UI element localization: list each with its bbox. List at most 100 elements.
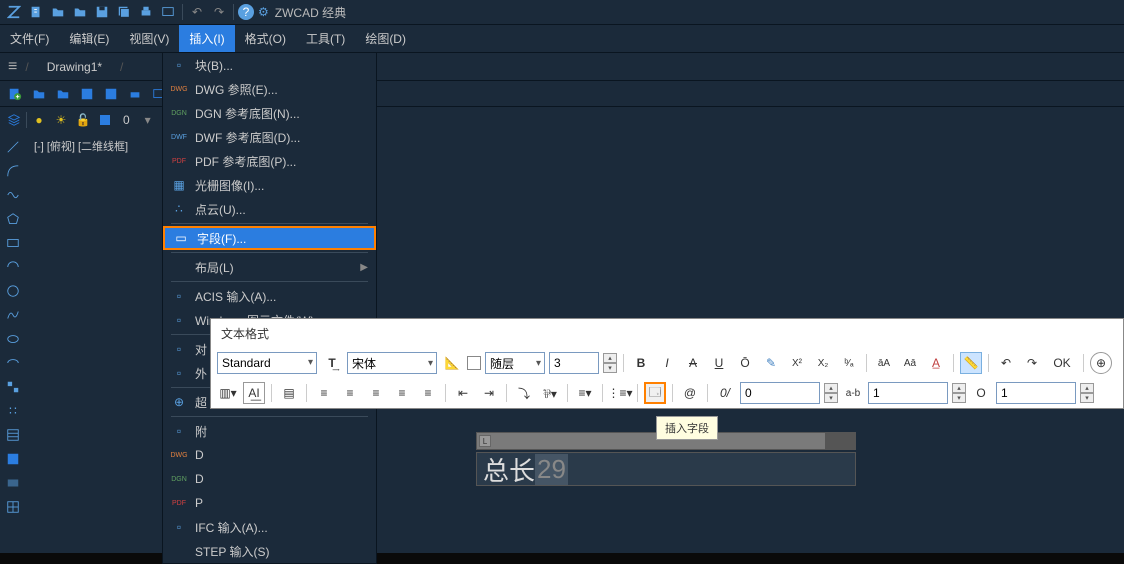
ellipse-icon[interactable] (2, 328, 24, 350)
circle-icon[interactable] (2, 280, 24, 302)
bulb-icon[interactable]: ● (29, 110, 49, 130)
print-icon[interactable] (136, 2, 156, 22)
dd-step[interactable]: STEP 输入(S) (163, 539, 376, 563)
italic-button[interactable]: I (656, 352, 678, 374)
polygon-icon[interactable] (2, 208, 24, 230)
menu-file[interactable]: 文件(F) (0, 25, 59, 52)
color-icon[interactable] (95, 110, 115, 130)
mtext-button[interactable]: A͟I (243, 382, 265, 404)
columns-button[interactable]: ▥▾ (217, 382, 239, 404)
strike-button[interactable]: A (682, 352, 704, 374)
dd-pdf2[interactable]: PDFP (163, 491, 376, 515)
dd-pdf[interactable]: PDFPDF 参考底图(P)... (163, 149, 376, 173)
dd-att[interactable]: ▫附 (163, 419, 376, 443)
indent-left-button[interactable]: ⇤ (452, 382, 474, 404)
saveall-icon[interactable] (114, 2, 134, 22)
save2-icon[interactable] (76, 83, 98, 105)
indent-right-button[interactable]: ⇥ (478, 382, 500, 404)
color-swatch[interactable] (467, 356, 481, 370)
align-center-button[interactable]: ≡ (339, 382, 361, 404)
undo-icon[interactable]: ↶ (187, 2, 207, 22)
preview-icon[interactable] (158, 2, 178, 22)
width-input[interactable]: 1 (996, 382, 1076, 404)
layer-name[interactable]: 0 (117, 113, 136, 127)
open-icon[interactable] (48, 2, 68, 22)
dd-dgn2[interactable]: DGND (163, 467, 376, 491)
layer-manager-icon[interactable] (4, 110, 24, 130)
align-dist-button[interactable]: ≡ (417, 382, 439, 404)
gear-icon[interactable]: ⚙ (258, 5, 269, 19)
bullets-button[interactable]: ⋮≡▾ (609, 382, 631, 404)
region-icon[interactable] (2, 472, 24, 494)
rect-icon[interactable] (2, 232, 24, 254)
ruler-button[interactable]: 📏 (960, 352, 982, 374)
block-icon[interactable] (2, 376, 24, 398)
polyline-icon[interactable] (2, 184, 24, 206)
folder2-icon[interactable] (28, 83, 50, 105)
font-select[interactable]: 宋体 (347, 352, 437, 374)
spline-icon[interactable] (2, 304, 24, 326)
size-spinner[interactable]: ▴▾ (603, 353, 617, 373)
table-icon[interactable] (2, 496, 24, 518)
menu-view[interactable]: 视图(V) (119, 25, 179, 52)
layer-select[interactable]: 随层 (485, 352, 545, 374)
layer-dropdown-icon[interactable]: ▾ (138, 110, 158, 130)
color-button[interactable]: ✎ (760, 352, 782, 374)
size-input[interactable]: 3 (549, 352, 599, 374)
justify-tl-button[interactable]: ▤ (278, 382, 300, 404)
dd-acis[interactable]: ▫ACIS 输入(A)... (163, 284, 376, 308)
ok-button[interactable]: OK (1047, 352, 1077, 374)
sun-icon[interactable]: ☀ (51, 110, 71, 130)
dd-dwg[interactable]: DWGDWG 参照(E)... (163, 77, 376, 101)
dd-ifc[interactable]: ▫IFC 输入(A)... (163, 515, 376, 539)
hatch-icon[interactable] (2, 424, 24, 446)
ruler-tab-icon[interactable]: L (479, 435, 491, 447)
new2-icon[interactable] (4, 83, 26, 105)
numbering-button[interactable]: ⅌▾ (539, 382, 561, 404)
lowercase-button[interactable]: Aā (899, 352, 921, 374)
align-justify-button[interactable]: ≡ (391, 382, 413, 404)
gradient-icon[interactable] (2, 448, 24, 470)
dd-dwf[interactable]: DWFDWF 参考底图(D)... (163, 125, 376, 149)
drawing-tab[interactable]: Drawing1* (37, 56, 112, 78)
options-button[interactable]: ⊕ (1090, 352, 1112, 374)
dd-layout[interactable]: 布局(L)▶ (163, 255, 376, 279)
tracking-spinner[interactable]: ▴▾ (952, 383, 966, 403)
ruler-end[interactable] (825, 433, 855, 449)
help-icon[interactable]: ? (238, 4, 254, 20)
print2-icon[interactable] (124, 83, 146, 105)
insert-field-button[interactable]: 🗔 (644, 382, 666, 404)
open2-icon[interactable] (70, 2, 90, 22)
uppercase-button[interactable]: āA (873, 352, 895, 374)
redo-te-button[interactable]: ↷ (1021, 352, 1043, 374)
bold-button[interactable]: B (630, 352, 652, 374)
combine-button[interactable]: ⤵ (513, 382, 535, 404)
underline-button[interactable]: U (708, 352, 730, 374)
save3-icon[interactable] (100, 83, 122, 105)
ellipse-arc-icon[interactable] (2, 352, 24, 374)
menu-draw[interactable]: 绘图(D) (355, 25, 416, 52)
dd-raster[interactable]: ▦光栅图像(I)... (163, 173, 376, 197)
align-right-button[interactable]: ≡ (365, 382, 387, 404)
style-select[interactable]: Standard (217, 352, 317, 374)
dd-dwg2[interactable]: DWGD (163, 443, 376, 467)
viewport-label[interactable]: [-] [俯视] [二维线框] (34, 138, 128, 154)
menu-tools[interactable]: 工具(T) (296, 25, 355, 52)
stack-button[interactable]: ᵇ⁄ₐ (838, 352, 860, 374)
hamburger-icon[interactable]: ≡ (8, 58, 17, 76)
dd-block[interactable]: ▫块(B)... (163, 53, 376, 77)
subscript-button[interactable]: X₂ (812, 352, 834, 374)
dd-dgn[interactable]: DGNDGN 参考底图(N)... (163, 101, 376, 125)
symbol-button[interactable]: @ (679, 382, 701, 404)
linespace-button[interactable]: ≡▾ (574, 382, 596, 404)
save-icon[interactable] (92, 2, 112, 22)
menu-format[interactable]: 格式(O) (235, 25, 296, 52)
menu-insert[interactable]: 插入(I) (179, 25, 234, 52)
dd-pointcloud[interactable]: ∴点云(U)... (163, 197, 376, 221)
menu-edit[interactable]: 编辑(E) (59, 25, 119, 52)
oblique-input[interactable]: 0 (740, 382, 820, 404)
width-spinner[interactable]: ▴▾ (1080, 383, 1094, 403)
dd-field[interactable]: ▭字段(F)... (163, 226, 376, 250)
align-left-button[interactable]: ≡ (313, 382, 335, 404)
lock-icon[interactable]: 🔓 (73, 110, 93, 130)
